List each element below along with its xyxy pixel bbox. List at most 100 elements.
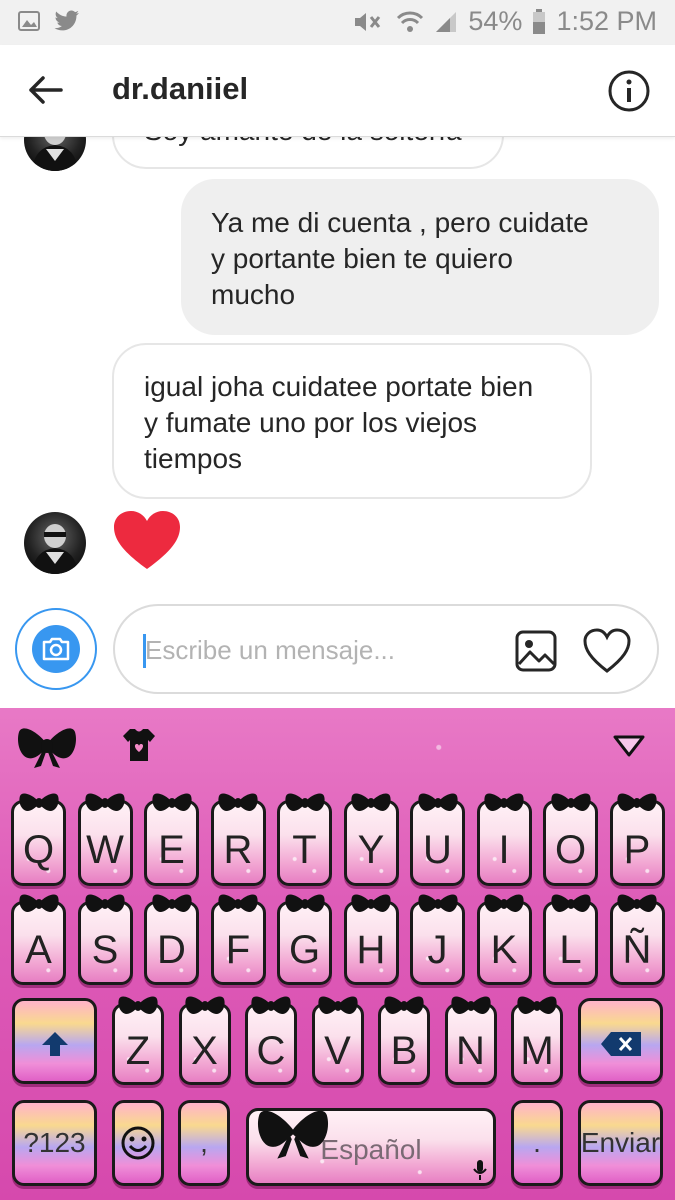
key[interactable]: F: [210, 894, 266, 985]
mute-icon: [355, 12, 381, 31]
backspace-key[interactable]: [578, 998, 663, 1084]
key[interactable]: V: [311, 996, 364, 1085]
key[interactable]: I: [476, 793, 532, 886]
key[interactable]: Y: [343, 793, 399, 886]
bow-decoration-icon: [85, 793, 125, 811]
key[interactable]: M: [511, 996, 563, 1085]
avatar[interactable]: [24, 512, 86, 574]
period-key-label: .: [533, 1127, 541, 1158]
bow-decoration-icon: [184, 996, 225, 1014]
key-label: G: [288, 928, 321, 972]
comma-key[interactable]: ,: [178, 1100, 230, 1186]
key-label: X: [191, 1029, 218, 1073]
bow-decoration-icon: [617, 793, 657, 811]
chat-header: dr.daniiel: [0, 45, 675, 137]
bow-decoration-icon: [118, 996, 158, 1014]
battery-percent: 54%: [468, 6, 523, 36]
key[interactable]: R: [210, 793, 266, 886]
shirt-theme-icon[interactable]: [120, 726, 158, 764]
symbols-key[interactable]: ?123: [12, 1100, 97, 1186]
key[interactable]: O: [543, 793, 598, 886]
avatar[interactable]: [24, 137, 86, 171]
comma-key-label: ,: [200, 1127, 208, 1158]
message-line: mucho: [211, 279, 296, 310]
key[interactable]: U: [410, 793, 465, 886]
key-label: K: [490, 928, 518, 972]
key[interactable]: C: [245, 996, 297, 1085]
bow-decoration-icon: [85, 894, 125, 912]
message-bubble-sent[interactable]: Ya me di cuenta , pero cuidate y portant…: [181, 179, 659, 335]
bow-decoration-icon: [351, 894, 391, 912]
key[interactable]: D: [144, 894, 199, 985]
send-key-label: Enviar: [580, 1127, 661, 1158]
bow-theme-icon[interactable]: [16, 722, 78, 770]
key[interactable]: X: [178, 996, 231, 1085]
camera-button[interactable]: [15, 608, 97, 690]
bow-decoration-icon: [18, 793, 59, 811]
key-label: E: [158, 828, 185, 872]
emoji-key[interactable]: [112, 1100, 164, 1186]
microphone-icon: [473, 1160, 487, 1180]
collapse-keyboard-icon[interactable]: [613, 734, 645, 758]
arrow-left-icon: [29, 76, 63, 104]
key[interactable]: Z: [112, 996, 164, 1085]
space-key[interactable]: Español: [246, 1108, 496, 1186]
send-key[interactable]: Enviar: [578, 1100, 663, 1186]
bow-decoration-icon: [251, 996, 291, 1014]
key-label: T: [292, 828, 317, 872]
key[interactable]: J: [410, 894, 465, 985]
key[interactable]: Q: [11, 793, 66, 886]
key[interactable]: N: [444, 996, 497, 1085]
period-key[interactable]: .: [511, 1100, 563, 1186]
twitter-icon: [54, 10, 79, 31]
back-button[interactable]: [22, 67, 68, 113]
heart-reaction-icon[interactable]: [112, 509, 182, 571]
key-label: C: [256, 1029, 286, 1073]
message-input[interactable]: Escribe un mensaje...: [113, 604, 659, 694]
key-label: O: [554, 828, 587, 872]
message-thread[interactable]: Soy amante de la soltería Ya me di cuent…: [0, 137, 675, 600]
message-bubble-received[interactable]: igual joha cuidatee portate bien y fumat…: [112, 343, 592, 499]
shift-key[interactable]: [12, 998, 97, 1084]
key[interactable]: K: [476, 894, 532, 985]
message-text: Soy amante de la soltería: [144, 137, 462, 149]
message-bubble-received[interactable]: Soy amante de la soltería: [112, 137, 504, 169]
key[interactable]: S: [77, 894, 133, 985]
message-line: tiempos: [144, 443, 243, 474]
conversation-title[interactable]: dr.daniiel: [112, 71, 248, 107]
message-line: y portante bien te quiero: [211, 243, 513, 274]
shift-arrow-icon: [41, 1032, 68, 1056]
bow-decoration-icon: [417, 894, 458, 912]
key[interactable]: G: [277, 894, 332, 985]
key[interactable]: Ñ: [609, 894, 665, 985]
bow-decoration-icon: [218, 894, 258, 912]
bow-decoration-icon: [351, 793, 391, 811]
key-label: R: [223, 828, 253, 872]
key-label: S: [91, 928, 119, 972]
key-label: Z: [125, 1029, 151, 1073]
bow-decoration-icon: [18, 894, 59, 912]
message-input-placeholder: Escribe un mensaje...: [145, 635, 396, 665]
bow-decoration-icon: [450, 996, 491, 1014]
key-label: N: [456, 1029, 485, 1073]
key[interactable]: B: [378, 996, 430, 1085]
info-icon[interactable]: [607, 69, 651, 113]
key-label: A: [25, 928, 52, 972]
key[interactable]: P: [609, 793, 665, 886]
key-label: Ñ: [622, 928, 652, 972]
key-label: L: [559, 928, 582, 972]
key[interactable]: L: [543, 894, 598, 985]
key[interactable]: W: [77, 793, 133, 886]
key-label: Q: [22, 828, 55, 872]
key-label: P: [623, 828, 651, 872]
bow-decoration-icon: [257, 1110, 329, 1159]
gallery-icon[interactable]: [515, 630, 557, 672]
key[interactable]: A: [11, 894, 66, 985]
heart-outline-icon[interactable]: [583, 628, 631, 674]
bow-decoration-icon: [484, 894, 524, 912]
bow-decoration-icon: [151, 894, 192, 912]
key-label: F: [225, 928, 251, 972]
key[interactable]: E: [144, 793, 199, 886]
key[interactable]: T: [277, 793, 332, 886]
key[interactable]: H: [343, 894, 399, 985]
